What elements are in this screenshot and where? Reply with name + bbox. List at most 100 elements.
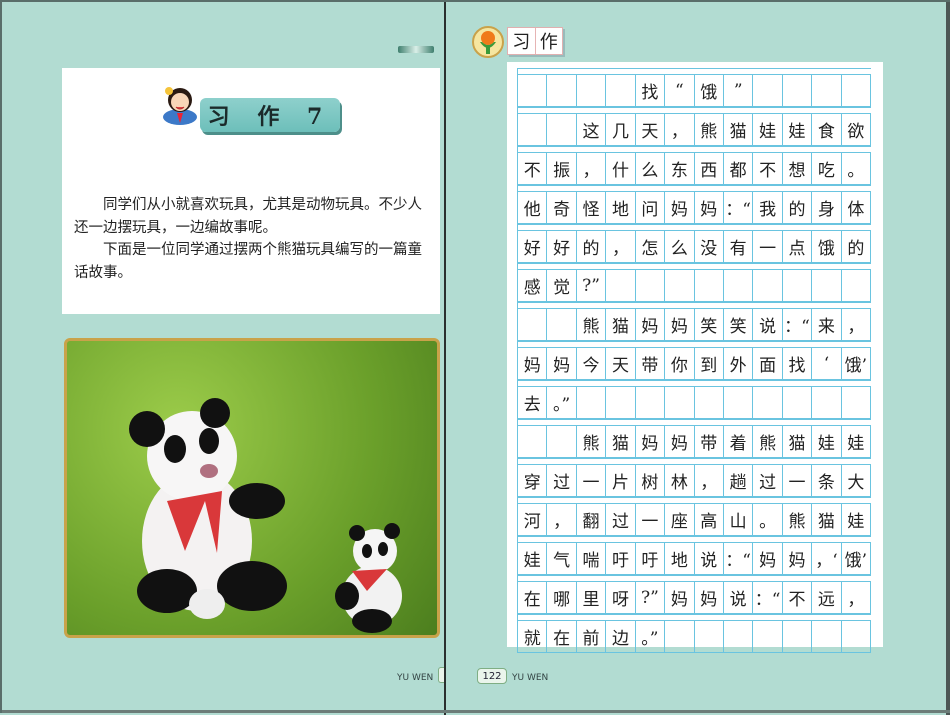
- footer-label: YU WEN: [397, 673, 434, 683]
- writing-grid: 找 “饿” 这几天，熊猫娃娃食欲不振，什么东西都不想吃。他奇怪地问妈妈：“ 我的身体好…: [517, 68, 872, 653]
- grid-cell: [547, 426, 577, 457]
- grid-cell: 妈: [518, 348, 548, 379]
- grid-cell: 带: [695, 426, 724, 457]
- grid-cell: ，: [547, 504, 577, 535]
- grid-cell: 我: [753, 192, 783, 223]
- grid-cell: 趟: [724, 465, 754, 496]
- grid-cell: “: [665, 75, 695, 106]
- grid-cell: 东: [665, 153, 695, 184]
- grid-cell: [577, 387, 607, 418]
- grid-row: 在哪里呀?” 妈妈说：“ 不远，: [518, 575, 872, 614]
- grid-cell: [547, 114, 577, 145]
- grid-cell: 振: [547, 153, 577, 184]
- grid-cell: 几: [606, 114, 636, 145]
- grid-cell: [812, 387, 842, 418]
- grid-cell: 感: [518, 270, 548, 301]
- grid-cell: 妈: [783, 543, 813, 574]
- grid-cell: 食: [812, 114, 842, 145]
- grid-cell: 在: [518, 582, 548, 613]
- grid-cell: 呀: [606, 582, 636, 613]
- grid-cell: [665, 387, 695, 418]
- grid-cell: 树: [636, 465, 666, 496]
- grid-cell: 娃: [812, 426, 842, 457]
- grid-cell: 就: [518, 621, 548, 652]
- grid-cell: [783, 387, 813, 418]
- grid-cell: 有: [724, 231, 754, 262]
- grid-cells: 找 “饿”: [518, 74, 872, 107]
- grid-cell: 边: [606, 621, 636, 652]
- grid-cell: [695, 621, 724, 652]
- grid-cell: 妈: [636, 309, 666, 340]
- grid-cell: 没: [695, 231, 724, 262]
- flower-logo-icon: [472, 26, 504, 58]
- grid-cell: 地: [606, 192, 636, 223]
- grid-row: 感觉?”: [518, 263, 872, 302]
- grid-cell: 前: [577, 621, 607, 652]
- grid-cell: 这: [577, 114, 607, 145]
- grid-cell: [783, 621, 813, 652]
- grid-cell: 熊: [695, 114, 724, 145]
- grid-cell: 猫: [812, 504, 842, 535]
- grid-cell: 什: [606, 153, 636, 184]
- grid-cell: ：“: [753, 582, 783, 613]
- grid-cell: 猫: [606, 309, 636, 340]
- grid-row: 他奇怪地问妈妈：“ 我的身体: [518, 185, 872, 224]
- grid-cell: 的: [783, 192, 813, 223]
- grid-cells: 感觉?”: [518, 269, 872, 302]
- grid-cell: ，: [695, 465, 724, 496]
- grid-cells: 好好的，怎么没有一点饿的: [518, 230, 872, 263]
- grid-cell: 娃: [783, 114, 813, 145]
- grid-cell: 。: [753, 504, 783, 535]
- grid-cell: 熊: [783, 504, 813, 535]
- grid-cell: 笑: [724, 309, 754, 340]
- grid-cell: 熊: [577, 309, 607, 340]
- grid-cell: ，: [606, 231, 636, 262]
- grid-cells: 妈妈今天带你到外面找 ‘饿’: [518, 347, 872, 380]
- grid-cell: ，: [842, 309, 872, 340]
- grid-cell: [695, 270, 724, 301]
- grid-cell: 妈: [753, 543, 783, 574]
- grid-cell: 熊: [753, 426, 783, 457]
- grid-cell: 身: [812, 192, 842, 223]
- grid-cell: [812, 621, 842, 652]
- grid-cell: 不: [753, 153, 783, 184]
- grid-cell: 猫: [606, 426, 636, 457]
- grid-cell: [695, 387, 724, 418]
- grid-cell: 的: [577, 231, 607, 262]
- grid-cell: 想: [783, 153, 813, 184]
- decorative-bar: [398, 46, 434, 53]
- grid-cell: ：“: [724, 192, 754, 223]
- grid-cell: [547, 309, 577, 340]
- grid-cell: 到: [695, 348, 724, 379]
- grid-cell: 体: [842, 192, 872, 223]
- grid-cell: 熊: [577, 426, 607, 457]
- grid-cell: [842, 387, 872, 418]
- page-number: 122: [477, 668, 507, 684]
- grid-cells: 这几天，熊猫娃娃食欲: [518, 113, 872, 146]
- grid-cell: [842, 270, 872, 301]
- grid-cell: ，‘: [812, 543, 842, 574]
- grid-cell: ：“: [783, 309, 813, 340]
- grid-cell: 远: [812, 582, 842, 613]
- intro-paragraph: 同学们从小就喜欢玩具，尤其是动物玩具。不少人还一边摆玩具，一边编故事呢。: [74, 197, 422, 236]
- grid-cell: 一: [577, 465, 607, 496]
- grid-cell: [665, 270, 695, 301]
- grid-cell: 去: [518, 387, 548, 418]
- grid-cell: 妈: [636, 426, 666, 457]
- grid-cell: ，: [577, 153, 607, 184]
- grid-cell: 娃: [842, 426, 872, 457]
- grid-cell: 饿’: [842, 348, 872, 379]
- grid-cell: [724, 270, 754, 301]
- grid-row: 妈妈今天带你到外面找 ‘饿’: [518, 341, 872, 380]
- grid-cells: 就在前边。”: [518, 620, 872, 653]
- grid-cell: 怎: [636, 231, 666, 262]
- grid-cell: 娃: [842, 504, 872, 535]
- grid-cell: [753, 75, 783, 106]
- grid-cell: 喘: [577, 543, 607, 574]
- grid-cell: 娃: [518, 543, 548, 574]
- grid-cell: 吃: [812, 153, 842, 184]
- grid-cell: 带: [636, 348, 666, 379]
- grid-row: 熊猫妈妈笑笑说：“ 来，: [518, 302, 872, 341]
- grid-row: 穿过一片树林，趟过一条大: [518, 458, 872, 497]
- grid-cell: [812, 75, 842, 106]
